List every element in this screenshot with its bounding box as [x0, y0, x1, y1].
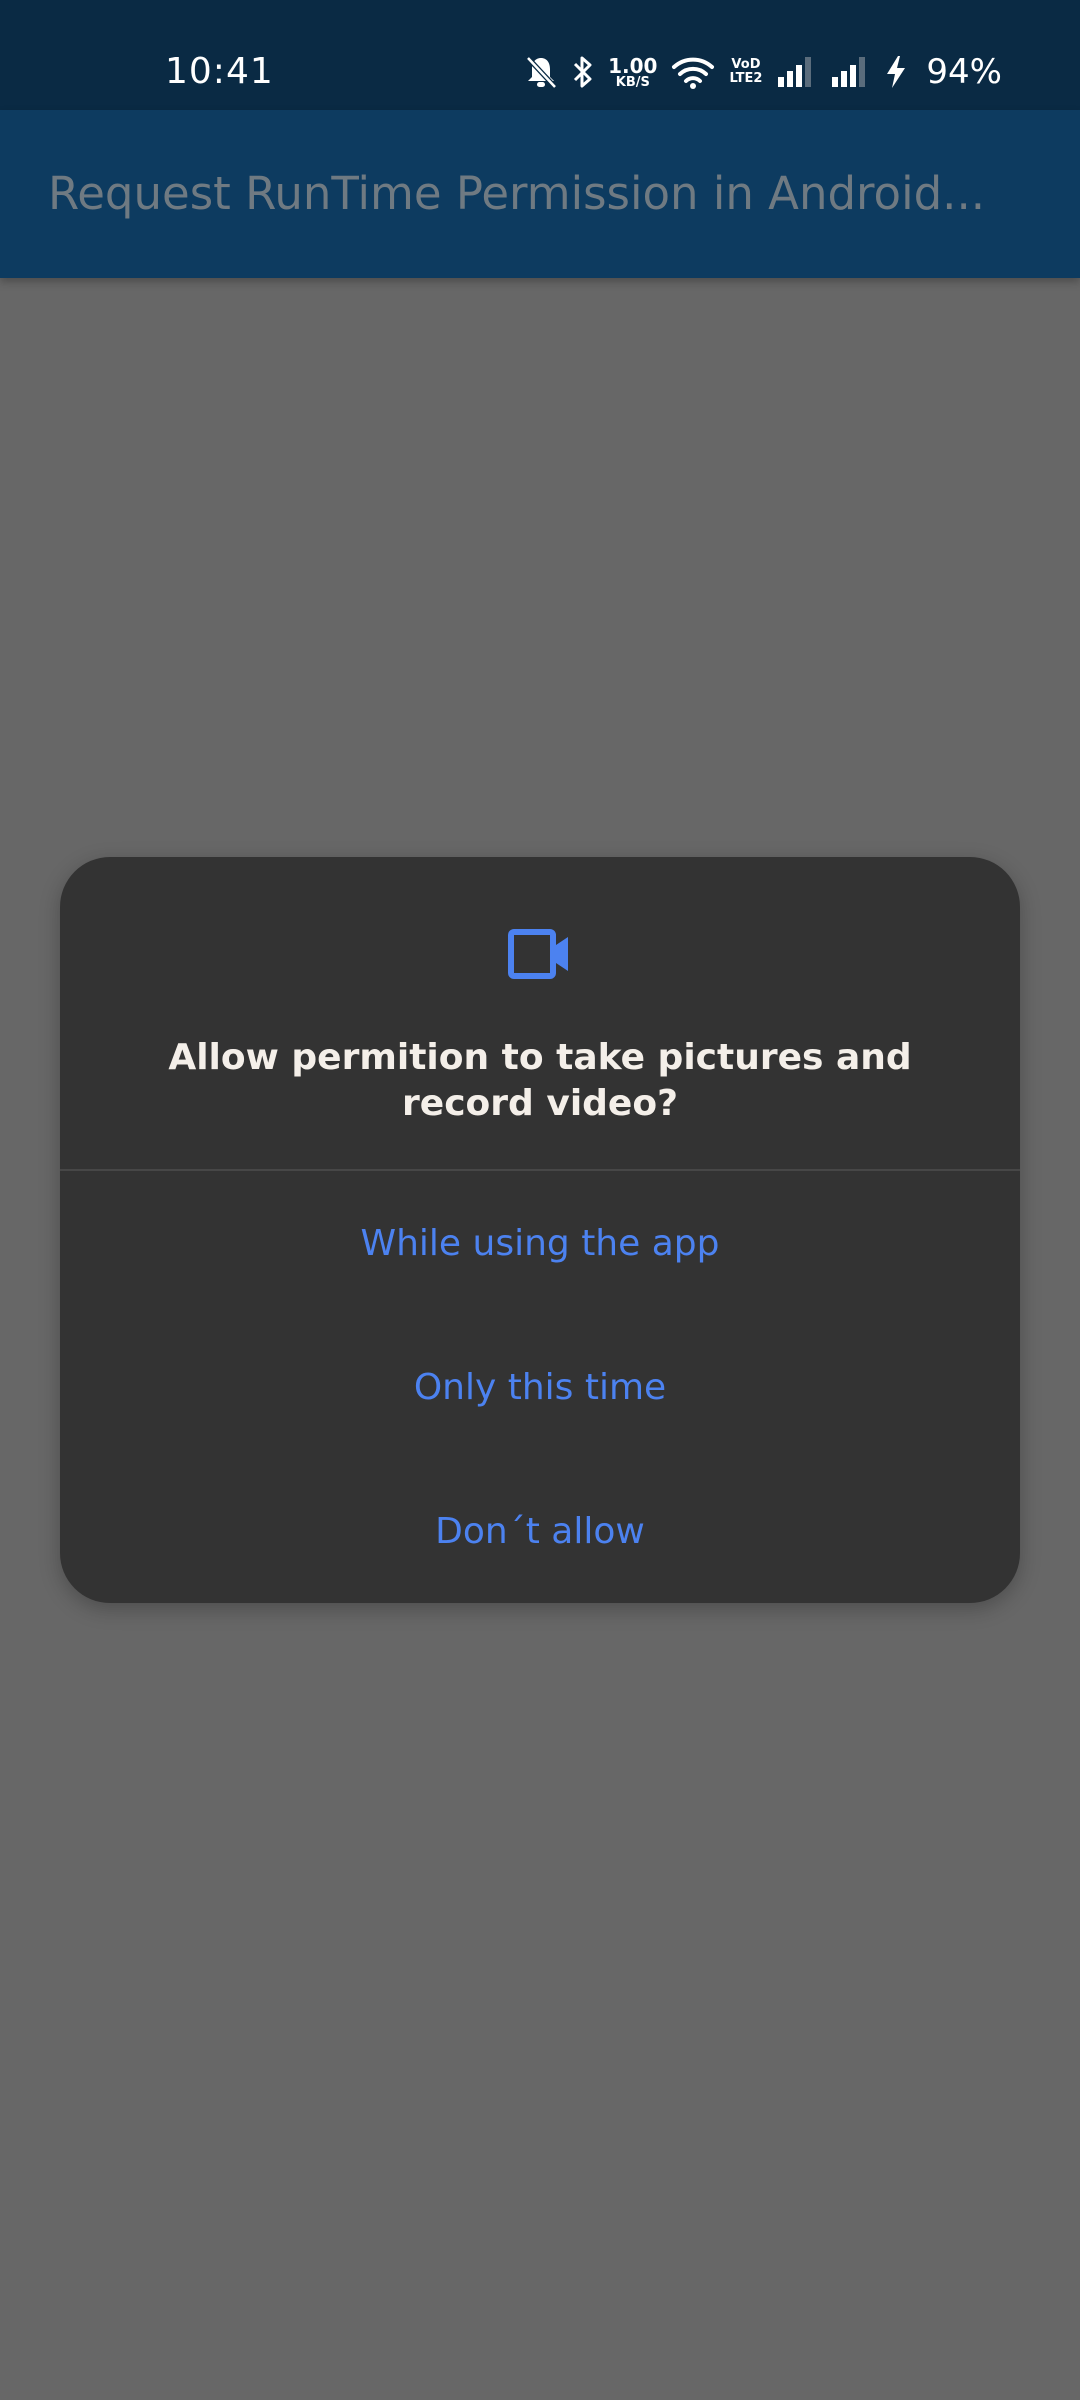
dialog-title: Allow permition to take pictures and rec…	[168, 1037, 912, 1124]
video-camera-icon	[508, 927, 572, 983]
charging-icon	[884, 54, 908, 90]
permission-dialog: Allow permition to take pictures and rec…	[60, 857, 1020, 1603]
status-icons: 1.00 KB/S VoD LTE2 94%	[524, 48, 1002, 96]
app-title: Request RunTime Permission in Android...	[48, 167, 986, 220]
volte-top: VoD	[731, 56, 761, 72]
signal-icon	[776, 55, 816, 89]
dont-allow-button[interactable]: Don´t allow	[60, 1459, 1020, 1603]
signal-icon	[830, 55, 870, 89]
speed-unit: KB/S	[615, 74, 650, 90]
while-using-app-button[interactable]: While using the app	[60, 1171, 1020, 1315]
battery-percent: 94%	[926, 52, 1002, 92]
network-speed: 1.00 KB/S	[608, 56, 657, 89]
wifi-icon	[671, 54, 715, 90]
speed-value: 1.00	[608, 53, 658, 78]
app-bar: Request RunTime Permission in Android...	[0, 110, 1080, 278]
bell-muted-icon	[524, 54, 558, 90]
volte-bottom: LTE2	[729, 71, 763, 86]
volte-indicator: VoD LTE2	[729, 56, 763, 87]
bluetooth-icon	[572, 54, 594, 90]
status-bar: 10:41 1.00 KB/S VoD LTE2 94%	[0, 0, 1080, 110]
only-this-time-button[interactable]: Only this time	[60, 1315, 1020, 1459]
status-time: 10:41	[165, 51, 274, 92]
